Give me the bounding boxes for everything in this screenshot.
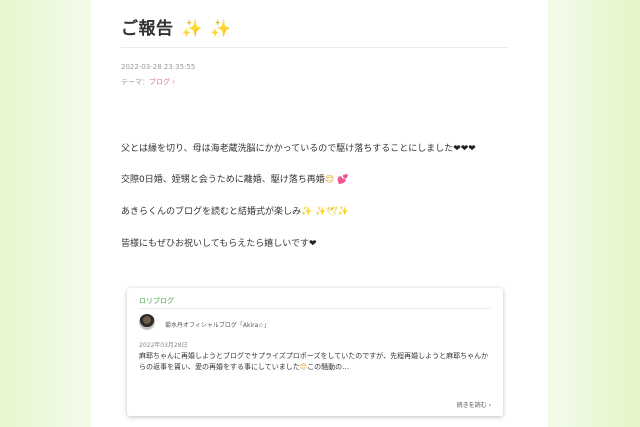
body-paragraph-2: 交際0日婚、姪甥と会うために離婚、駆け落ち再婚😊 💕	[121, 172, 348, 185]
post-datetime: 2022-03-28 23:35:55	[121, 63, 196, 71]
body-paragraph-3: あきらくんのブログを読むと結婚式が楽しみ✨ ✨🕊✨	[121, 204, 349, 217]
card-date: 2022年03月28日	[139, 342, 188, 349]
read-more-link[interactable]: 続きを読む ›	[457, 400, 491, 409]
smile-icon: 😊	[299, 363, 308, 371]
card-divider	[139, 308, 491, 309]
card-excerpt: 麻耶ちゃんに再婚しようとブログでサプライズプロポーズをしていたのですが、先程再婚…	[139, 351, 495, 373]
theme-prefix: テーマ：	[121, 78, 149, 86]
chevron-right-icon: ›	[172, 78, 176, 86]
blog-article: ご報告 ✨ ✨ 2022-03-28 23:35:55 テーマ：ブログ › 父と…	[91, 0, 548, 427]
body-text-2: 交際0日婚、姪甥と会うために離婚、駆け落ち再婚	[121, 175, 325, 185]
post-theme: テーマ：ブログ ›	[121, 77, 175, 87]
body-paragraph-1: 父とは縁を切り、母は海老蔵洗脳にかかっているので駆け落ちすることにしました❤❤❤	[121, 141, 476, 154]
title-text: ご報告	[121, 19, 174, 39]
read-more-label: 続きを読む	[456, 402, 487, 409]
page-title: ご報告 ✨ ✨	[121, 14, 232, 39]
card-source-label: ロリブログ	[139, 297, 174, 305]
theme-link[interactable]: ブログ ›	[149, 78, 175, 86]
card-excerpt-tail: この騒動の…	[307, 363, 350, 371]
body-text-1: 父とは縁を切り、母は海老蔵洗脳にかかっているので駆け落ちすることにしました	[121, 144, 454, 154]
body-paragraph-4: 皆様にもぜひお祝いしてもらえたら嬉しいです❤	[121, 236, 317, 249]
card-blog-name: 菊水丹オフィシャルブログ「Akira☆」	[165, 322, 270, 329]
body-text-3: あきらくんのブログを読むと結婚式が楽しみ	[121, 207, 302, 217]
smile-icon: 😊	[324, 175, 335, 185]
heart-icon: ❤	[309, 239, 317, 249]
sparkle-dove-icons: ✨ ✨🕊✨	[301, 207, 349, 217]
heart-icons: ❤❤❤	[453, 144, 476, 154]
title-divider	[121, 47, 509, 48]
two-hearts-icon: 💕	[337, 175, 349, 185]
chevron-right-icon: ›	[488, 402, 491, 409]
body-text-4: 皆様にもぜひお祝いしてもらえたら嬉しいです	[121, 239, 310, 249]
sparkle-icon: ✨ ✨	[181, 19, 232, 39]
linked-blog-card[interactable]: ロリブログ 菊水丹オフィシャルブログ「Akira☆」 2022年03月28日 麻…	[127, 288, 503, 416]
avatar	[139, 314, 155, 330]
